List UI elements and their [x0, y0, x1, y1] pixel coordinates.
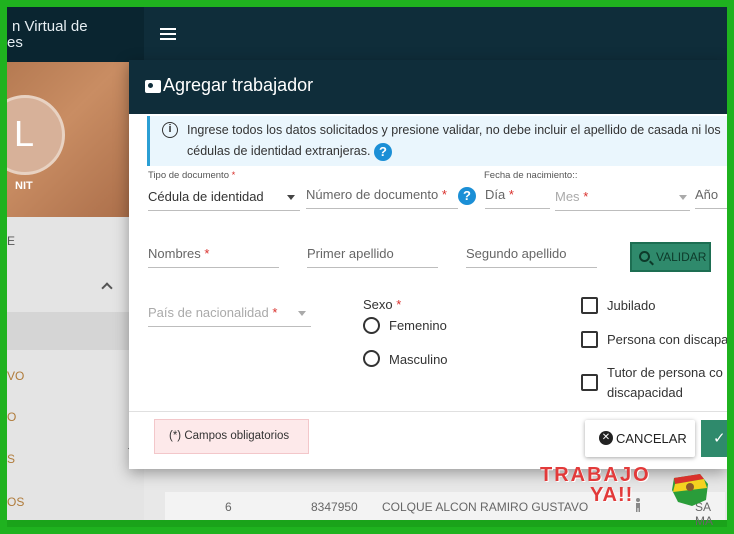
- outer-frame: [0, 0, 734, 534]
